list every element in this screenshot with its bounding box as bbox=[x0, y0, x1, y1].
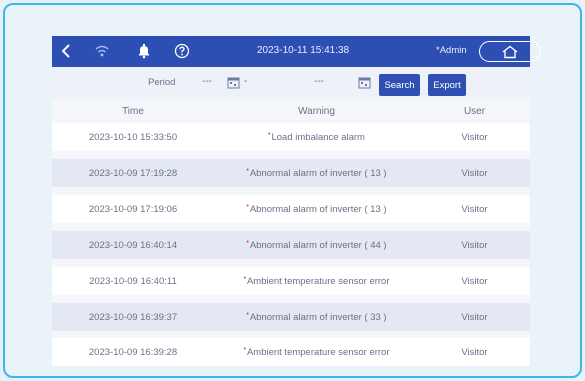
table-header: Time Warning User bbox=[52, 99, 530, 123]
row-time: 2023-10-09 16:39:37 bbox=[88, 311, 178, 323]
end-calendar-icon[interactable] bbox=[358, 76, 371, 89]
current-user-label: *Admin bbox=[436, 45, 467, 56]
row-warning: • Ambient temperature sensor error bbox=[243, 274, 390, 287]
period-label: Period bbox=[148, 77, 176, 88]
table-row[interactable]: 2023-10-09 16:39:28 • Ambient temperature… bbox=[52, 338, 530, 366]
row-user: Visitor bbox=[461, 275, 488, 287]
row-time: 2023-10-09 17:19:28 bbox=[88, 167, 178, 179]
alarm-mark-icon: • bbox=[268, 130, 271, 138]
alarm-mark-icon: • bbox=[243, 345, 246, 353]
row-warning: • Ambient temperature sensor error bbox=[243, 345, 390, 358]
row-time: 2023-10-09 16:40:11 bbox=[89, 275, 177, 287]
row-warning: • Abnormal alarm of inverter ( 13 ) bbox=[246, 166, 387, 179]
bell-icon[interactable] bbox=[134, 41, 154, 61]
row-warning: • Abnormal alarm of inverter ( 13 ) bbox=[246, 202, 387, 215]
column-header-user: User bbox=[463, 105, 486, 117]
row-user: Visitor bbox=[461, 203, 488, 215]
row-user: Visitor bbox=[461, 311, 488, 323]
row-user: Visitor bbox=[461, 131, 488, 143]
hmi-screen: 2023-10-11 15:41:38 *Admin Period --- - … bbox=[52, 36, 541, 366]
alarm-mark-icon: • bbox=[246, 310, 249, 318]
wifi-icon bbox=[92, 41, 112, 61]
row-time: 2023-10-09 17:19:06 bbox=[88, 203, 178, 215]
start-calendar-icon[interactable] bbox=[227, 76, 240, 89]
row-time: 2023-10-09 16:40:14 bbox=[88, 239, 178, 251]
alarm-mark-icon: • bbox=[243, 274, 246, 282]
row-user: Visitor bbox=[461, 167, 488, 179]
row-time: 2023-10-09 16:39:28 bbox=[88, 346, 178, 358]
row-time: 2023-10-10 15:33:50 bbox=[88, 131, 178, 143]
table-row[interactable]: 2023-10-09 16:39:37 • Abnormal alarm of i… bbox=[52, 303, 530, 331]
end-date-field[interactable]: --- bbox=[314, 76, 324, 87]
datetime-display: 2023-10-11 15:41:38 bbox=[257, 45, 350, 56]
row-warning: • Abnormal alarm of inverter ( 33 ) bbox=[246, 310, 387, 323]
table-row[interactable]: 2023-10-09 16:40:14 • Abnormal alarm of i… bbox=[52, 231, 530, 259]
row-user: Visitor bbox=[461, 346, 488, 358]
table-row[interactable]: 2023-10-09 17:19:06 • Abnormal alarm of i… bbox=[52, 195, 530, 223]
alarm-mark-icon: • bbox=[246, 202, 249, 210]
table-row[interactable]: 2023-10-10 15:33:50 • Load imbalance alar… bbox=[52, 123, 530, 151]
table-row[interactable]: 2023-10-09 16:40:11 • Ambient temperature… bbox=[52, 267, 530, 295]
row-warning: • Load imbalance alarm bbox=[268, 130, 365, 143]
home-button[interactable] bbox=[479, 41, 541, 62]
alarm-mark-icon: • bbox=[246, 238, 249, 246]
column-header-warning: Warning bbox=[298, 105, 335, 117]
row-warning: • Abnormal alarm of inverter ( 44 ) bbox=[246, 238, 387, 251]
table-row[interactable]: 2023-10-09 17:19:28 • Abnormal alarm of i… bbox=[52, 159, 530, 187]
home-icon bbox=[502, 45, 518, 58]
row-user: Visitor bbox=[461, 239, 488, 251]
top-bar: 2023-10-11 15:41:38 *Admin bbox=[52, 36, 541, 67]
back-icon[interactable] bbox=[56, 41, 76, 61]
column-header-time: Time bbox=[122, 105, 144, 117]
alarm-mark-icon: • bbox=[246, 166, 249, 174]
search-button[interactable]: Search bbox=[379, 74, 420, 96]
export-button[interactable]: Export bbox=[428, 74, 466, 96]
help-icon[interactable] bbox=[172, 41, 192, 61]
start-date-field[interactable]: --- bbox=[202, 76, 212, 87]
date-separator: - bbox=[244, 76, 248, 87]
